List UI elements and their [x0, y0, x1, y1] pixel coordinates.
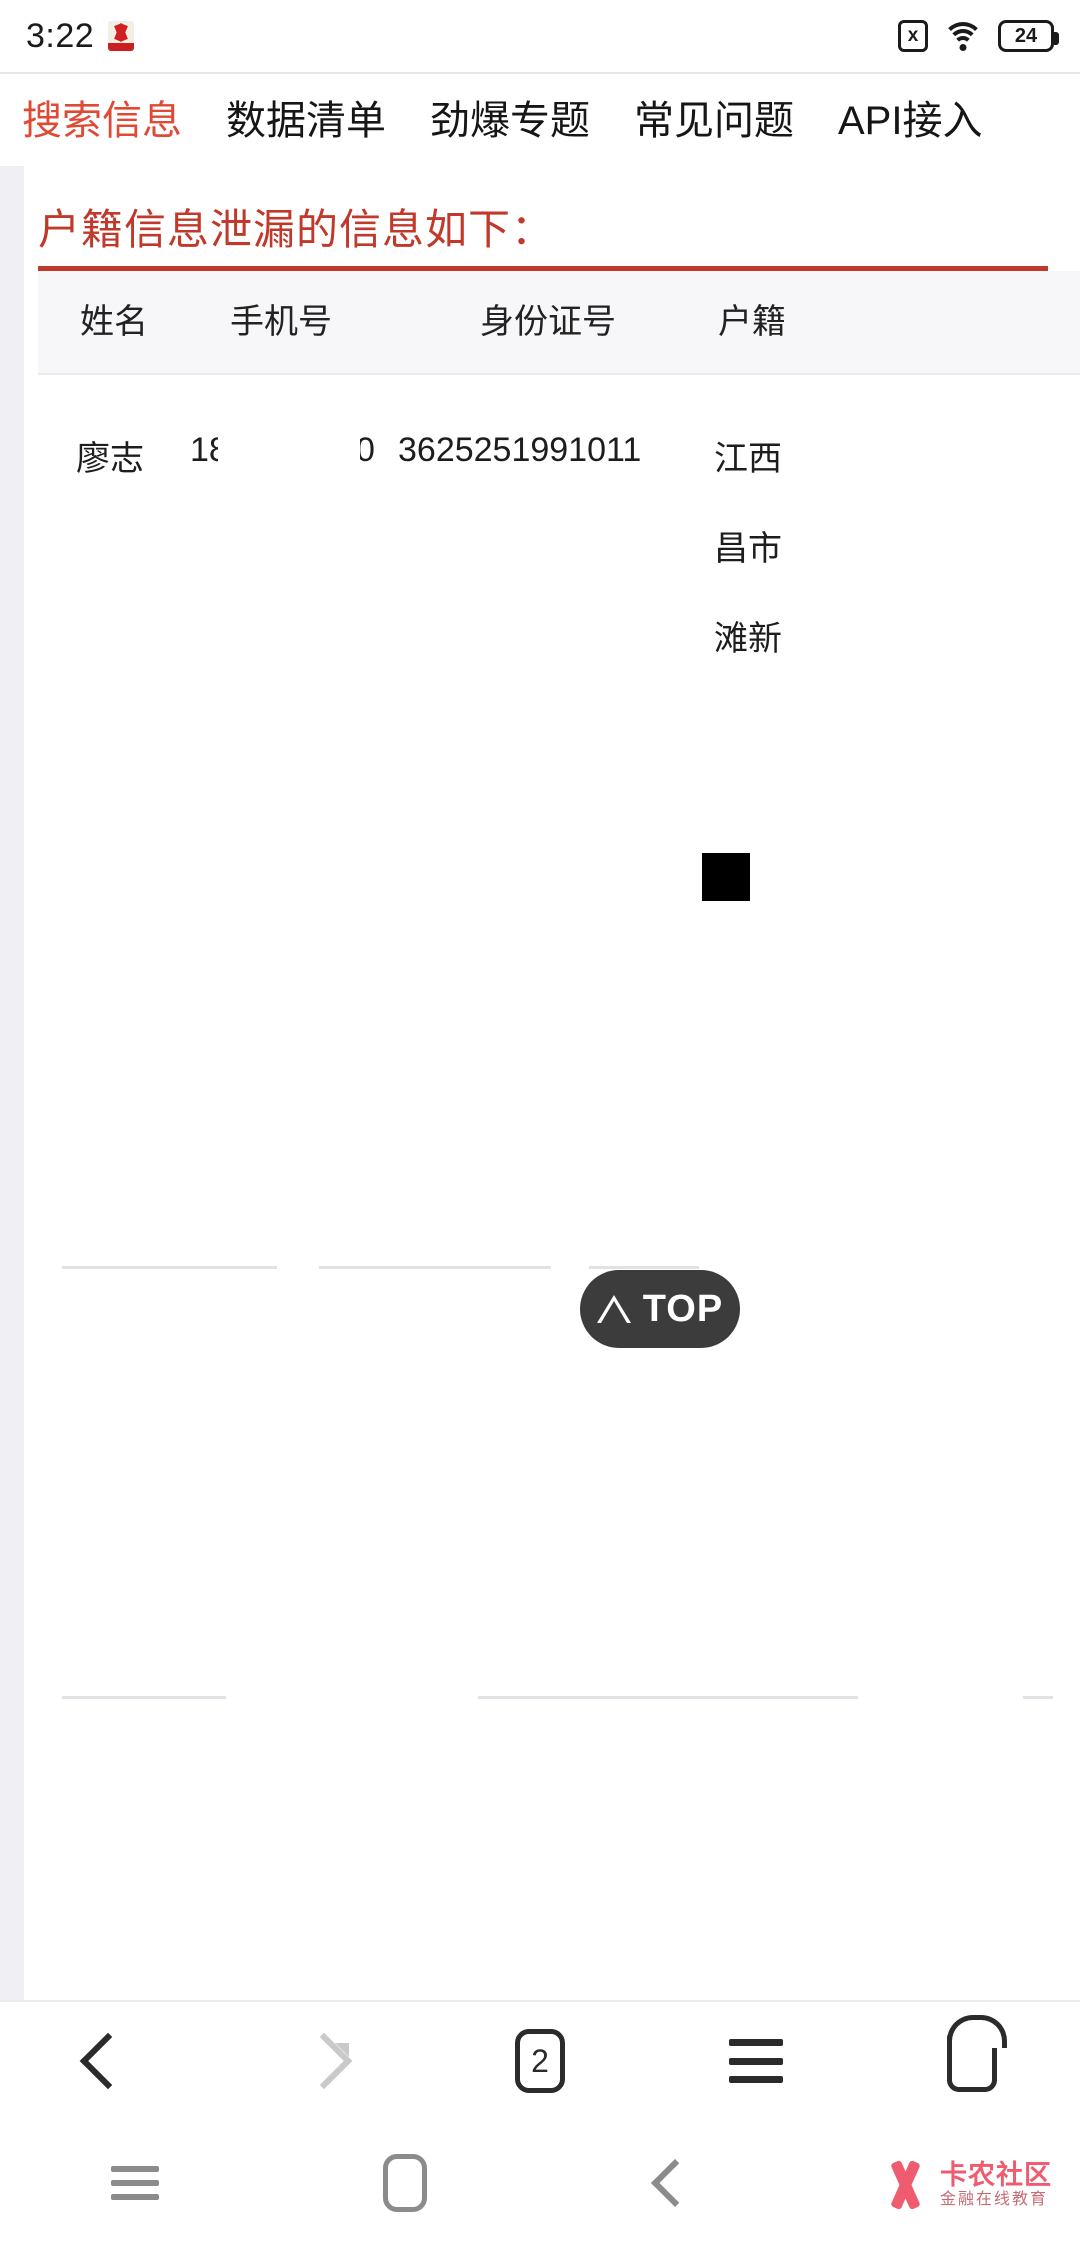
cell-id-number: 3625251991011: [398, 431, 642, 469]
row-divider: [589, 1266, 699, 1269]
row-divider: [62, 1696, 226, 1699]
page-title: 户籍信息泄漏的信息如下：: [38, 206, 555, 253]
row-divider: [62, 1266, 277, 1269]
redaction-mask-phone: [218, 403, 360, 481]
status-bar-right: x 24: [898, 20, 1059, 52]
system-back-button[interactable]: [540, 2158, 810, 2208]
battery-level-label: 24: [1014, 24, 1038, 47]
result-card: 户籍信息泄漏的信息如下： 姓名 手机号 身份证号 户籍 廖志 1817 0 36…: [24, 166, 1080, 2000]
cell-name: 廖志: [76, 440, 144, 478]
watermark-logo-icon: [878, 2156, 932, 2214]
browser-back-button[interactable]: [53, 2002, 163, 2120]
tab-data-list[interactable]: 数据清单: [226, 101, 386, 141]
sim-disabled-icon: x: [898, 20, 928, 52]
battery-icon: 24: [998, 20, 1059, 52]
watermark: 卡农社区 金融在线教育: [878, 2148, 1058, 2222]
table-row: 廖志 1817 0 3625251991011 江西 昌市 滩新: [38, 375, 1080, 1170]
system-recents-button[interactable]: [0, 2166, 270, 2200]
column-header-name: 姓名: [80, 303, 148, 341]
menu-icon: [729, 2039, 783, 2083]
redaction-mask-household: [702, 853, 750, 901]
column-header-household: 户籍: [718, 303, 786, 341]
column-header-id: 身份证号: [480, 303, 616, 341]
pinned-app-icon: [108, 21, 135, 51]
watermark-title: 卡农社区: [940, 2160, 1052, 2190]
tab-api-access[interactable]: API接入: [838, 101, 982, 141]
row-divider: [478, 1696, 858, 1699]
scroll-to-top-button[interactable]: TOP: [580, 1270, 740, 1348]
column-header-phone: 手机号: [230, 303, 332, 341]
tab-count-badge: 2: [515, 2029, 565, 2093]
watermark-subtitle: 金融在线教育: [940, 2191, 1049, 2208]
back-icon: [650, 2158, 700, 2208]
browser-toolbar: 2: [0, 2000, 1080, 2120]
recents-icon: [111, 2166, 159, 2200]
status-bar-clock: 3:22: [26, 16, 95, 55]
row-divider: [1023, 1696, 1053, 1699]
browser-menu-button[interactable]: [701, 2002, 811, 2120]
status-bar-left: 3:22: [26, 16, 135, 56]
tab-faq[interactable]: 常见问题: [634, 101, 794, 141]
home-icon: [383, 2154, 427, 2212]
leak-result-table: 姓名 手机号 身份证号 户籍 廖志 1817 0 3625251991011 江…: [38, 271, 1080, 1699]
site-nav-bar: 搜索信息 数据清单 劲爆专题 常见问题 API接入: [0, 72, 1080, 168]
wifi-icon: [942, 20, 984, 52]
row-divider: [319, 1266, 551, 1269]
cell-household-line-3: 滩新: [714, 620, 782, 658]
table-header-row: 姓名 手机号 身份证号 户籍: [38, 271, 1080, 375]
tab-search-info[interactable]: 搜索信息: [22, 101, 182, 141]
browser-home-button[interactable]: [917, 2002, 1027, 2120]
triangle-up-icon: [596, 1295, 631, 1323]
cell-household-line-2: 昌市: [714, 530, 782, 568]
home-icon: [947, 2015, 1007, 2092]
watermark-text: 卡农社区 金融在线教育: [940, 2162, 1052, 2208]
browser-tabs-button[interactable]: 2: [485, 2002, 595, 2120]
page-content: 户籍信息泄漏的信息如下： 姓名 手机号 身份证号 户籍 廖志 1817 0 36…: [0, 166, 1080, 2000]
tab-hot-topics[interactable]: 劲爆专题: [430, 101, 590, 141]
forward-icon: [295, 2032, 353, 2090]
system-home-button[interactable]: [270, 2154, 540, 2212]
cell-household: 江西: [714, 440, 782, 478]
browser-forward-button[interactable]: [269, 2002, 379, 2120]
back-icon: [79, 2032, 137, 2090]
status-bar: 3:22 x 24: [0, 0, 1080, 72]
scroll-to-top-label: TOP: [642, 1287, 724, 1330]
site-nav-tabs[interactable]: 搜索信息 数据清单 劲爆专题 常见问题 API接入: [0, 74, 1080, 168]
